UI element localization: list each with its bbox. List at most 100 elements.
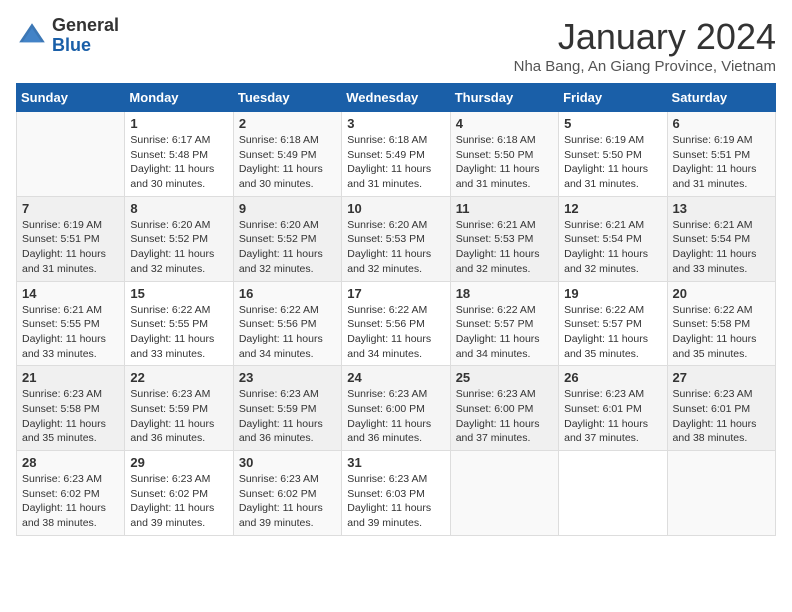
- calendar-cell: 16 Sunrise: 6:22 AM Sunset: 5:56 PM Dayli…: [233, 281, 341, 366]
- day-number: 27: [673, 370, 770, 385]
- day-number: 24: [347, 370, 444, 385]
- day-info: Sunrise: 6:19 AM Sunset: 5:51 PM Dayligh…: [673, 133, 770, 192]
- day-number: 15: [130, 286, 227, 301]
- weekday-header-friday: Friday: [559, 84, 667, 112]
- calendar-cell: [450, 451, 558, 536]
- calendar-week-row: 21Sunrise: 6:23 AM Sunset: 5:58 PM Dayli…: [17, 366, 776, 451]
- logo-text: General Blue: [52, 16, 119, 56]
- day-info: Sunrise: 6:23 AM Sunset: 6:03 PM Dayligh…: [347, 472, 444, 531]
- day-number: 18: [456, 286, 553, 301]
- month-year: January 2024: [514, 16, 776, 58]
- day-number: 23: [239, 370, 336, 385]
- logo: General Blue: [16, 16, 119, 56]
- day-number: 9: [239, 201, 336, 216]
- calendar-cell: 30 Sunrise: 6:23 AM Sunset: 6:02 PM Dayli…: [233, 451, 341, 536]
- day-info: Sunrise: 6:22 AM Sunset: 5:57 PM Dayligh…: [456, 303, 553, 362]
- calendar-cell: 1 Sunrise: 6:17 AM Sunset: 5:48 PM Daylig…: [125, 112, 233, 197]
- calendar-cell: 21Sunrise: 6:23 AM Sunset: 5:58 PM Dayli…: [17, 366, 125, 451]
- calendar-cell: 31 Sunrise: 6:23 AM Sunset: 6:03 PM Dayli…: [342, 451, 450, 536]
- day-number: 7: [22, 201, 119, 216]
- logo-general: General: [52, 16, 119, 36]
- calendar-cell: 2 Sunrise: 6:18 AM Sunset: 5:49 PM Daylig…: [233, 112, 341, 197]
- day-info: Sunrise: 6:23 AM Sunset: 6:02 PM Dayligh…: [239, 472, 336, 531]
- weekday-header-monday: Monday: [125, 84, 233, 112]
- calendar-cell: [17, 112, 125, 197]
- day-number: 3: [347, 116, 444, 131]
- calendar-week-row: 14 Sunrise: 6:21 AM Sunset: 5:55 PM Dayli…: [17, 281, 776, 366]
- day-number: 1: [130, 116, 227, 131]
- calendar-cell: 8Sunrise: 6:20 AM Sunset: 5:52 PM Daylig…: [125, 196, 233, 281]
- day-info: Sunrise: 6:21 AM Sunset: 5:54 PM Dayligh…: [564, 218, 661, 277]
- location: Nha Bang, An Giang Province, Vietnam: [514, 58, 776, 75]
- weekday-header-thursday: Thursday: [450, 84, 558, 112]
- calendar-cell: 17 Sunrise: 6:22 AM Sunset: 5:56 PM Dayli…: [342, 281, 450, 366]
- day-info: Sunrise: 6:23 AM Sunset: 6:01 PM Dayligh…: [673, 387, 770, 446]
- day-number: 17: [347, 286, 444, 301]
- day-number: 28: [22, 455, 119, 470]
- day-info: Sunrise: 6:23 AM Sunset: 5:58 PM Dayligh…: [22, 387, 119, 446]
- day-info: Sunrise: 6:22 AM Sunset: 5:56 PM Dayligh…: [347, 303, 444, 362]
- logo-blue: Blue: [52, 36, 119, 56]
- day-number: 6: [673, 116, 770, 131]
- calendar-cell: 18 Sunrise: 6:22 AM Sunset: 5:57 PM Dayli…: [450, 281, 558, 366]
- calendar-cell: 13 Sunrise: 6:21 AM Sunset: 5:54 PM Dayli…: [667, 196, 775, 281]
- calendar-table: SundayMondayTuesdayWednesdayThursdayFrid…: [16, 83, 776, 536]
- day-info: Sunrise: 6:23 AM Sunset: 5:59 PM Dayligh…: [130, 387, 227, 446]
- day-number: 29: [130, 455, 227, 470]
- day-number: 30: [239, 455, 336, 470]
- calendar-cell: 25 Sunrise: 6:23 AM Sunset: 6:00 PM Dayli…: [450, 366, 558, 451]
- day-info: Sunrise: 6:23 AM Sunset: 6:00 PM Dayligh…: [456, 387, 553, 446]
- page-header: General Blue January 2024 Nha Bang, An G…: [16, 16, 776, 75]
- day-info: Sunrise: 6:22 AM Sunset: 5:58 PM Dayligh…: [673, 303, 770, 362]
- day-number: 2: [239, 116, 336, 131]
- day-info: Sunrise: 6:23 AM Sunset: 5:59 PM Dayligh…: [239, 387, 336, 446]
- logo-icon: [16, 20, 48, 52]
- day-info: Sunrise: 6:22 AM Sunset: 5:55 PM Dayligh…: [130, 303, 227, 362]
- day-info: Sunrise: 6:18 AM Sunset: 5:49 PM Dayligh…: [239, 133, 336, 192]
- day-info: Sunrise: 6:21 AM Sunset: 5:54 PM Dayligh…: [673, 218, 770, 277]
- day-info: Sunrise: 6:20 AM Sunset: 5:52 PM Dayligh…: [239, 218, 336, 277]
- calendar-cell: 22 Sunrise: 6:23 AM Sunset: 5:59 PM Dayli…: [125, 366, 233, 451]
- day-info: Sunrise: 6:18 AM Sunset: 5:50 PM Dayligh…: [456, 133, 553, 192]
- day-number: 25: [456, 370, 553, 385]
- weekday-header-saturday: Saturday: [667, 84, 775, 112]
- day-info: Sunrise: 6:21 AM Sunset: 5:55 PM Dayligh…: [22, 303, 119, 362]
- day-info: Sunrise: 6:17 AM Sunset: 5:48 PM Dayligh…: [130, 133, 227, 192]
- calendar-cell: 15 Sunrise: 6:22 AM Sunset: 5:55 PM Dayli…: [125, 281, 233, 366]
- calendar-cell: 23 Sunrise: 6:23 AM Sunset: 5:59 PM Dayli…: [233, 366, 341, 451]
- calendar-cell: 7 Sunrise: 6:19 AM Sunset: 5:51 PM Daylig…: [17, 196, 125, 281]
- calendar-cell: 28 Sunrise: 6:23 AM Sunset: 6:02 PM Dayli…: [17, 451, 125, 536]
- day-number: 20: [673, 286, 770, 301]
- day-info: Sunrise: 6:22 AM Sunset: 5:56 PM Dayligh…: [239, 303, 336, 362]
- day-number: 13: [673, 201, 770, 216]
- calendar-cell: 27 Sunrise: 6:23 AM Sunset: 6:01 PM Dayli…: [667, 366, 775, 451]
- day-info: Sunrise: 6:23 AM Sunset: 6:02 PM Dayligh…: [130, 472, 227, 531]
- calendar-cell: 5Sunrise: 6:19 AM Sunset: 5:50 PM Daylig…: [559, 112, 667, 197]
- day-info: Sunrise: 6:23 AM Sunset: 6:01 PM Dayligh…: [564, 387, 661, 446]
- day-info: Sunrise: 6:19 AM Sunset: 5:51 PM Dayligh…: [22, 218, 119, 277]
- day-info: Sunrise: 6:23 AM Sunset: 6:02 PM Dayligh…: [22, 472, 119, 531]
- day-number: 11: [456, 201, 553, 216]
- day-number: 22: [130, 370, 227, 385]
- day-number: 10: [347, 201, 444, 216]
- calendar-cell: [667, 451, 775, 536]
- day-info: Sunrise: 6:23 AM Sunset: 6:00 PM Dayligh…: [347, 387, 444, 446]
- calendar-cell: 14 Sunrise: 6:21 AM Sunset: 5:55 PM Dayli…: [17, 281, 125, 366]
- day-number: 14: [22, 286, 119, 301]
- day-number: 8: [130, 201, 227, 216]
- weekday-header-tuesday: Tuesday: [233, 84, 341, 112]
- calendar-cell: 19Sunrise: 6:22 AM Sunset: 5:57 PM Dayli…: [559, 281, 667, 366]
- weekday-header-wednesday: Wednesday: [342, 84, 450, 112]
- calendar-cell: 26 Sunrise: 6:23 AM Sunset: 6:01 PM Dayli…: [559, 366, 667, 451]
- day-number: 5: [564, 116, 661, 131]
- calendar-cell: 4Sunrise: 6:18 AM Sunset: 5:50 PM Daylig…: [450, 112, 558, 197]
- day-number: 31: [347, 455, 444, 470]
- day-info: Sunrise: 6:21 AM Sunset: 5:53 PM Dayligh…: [456, 218, 553, 277]
- day-info: Sunrise: 6:18 AM Sunset: 5:49 PM Dayligh…: [347, 133, 444, 192]
- calendar-cell: 29 Sunrise: 6:23 AM Sunset: 6:02 PM Dayli…: [125, 451, 233, 536]
- day-number: 16: [239, 286, 336, 301]
- day-number: 26: [564, 370, 661, 385]
- day-info: Sunrise: 6:22 AM Sunset: 5:57 PM Dayligh…: [564, 303, 661, 362]
- calendar-cell: 11 Sunrise: 6:21 AM Sunset: 5:53 PM Dayli…: [450, 196, 558, 281]
- title-section: January 2024 Nha Bang, An Giang Province…: [514, 16, 776, 75]
